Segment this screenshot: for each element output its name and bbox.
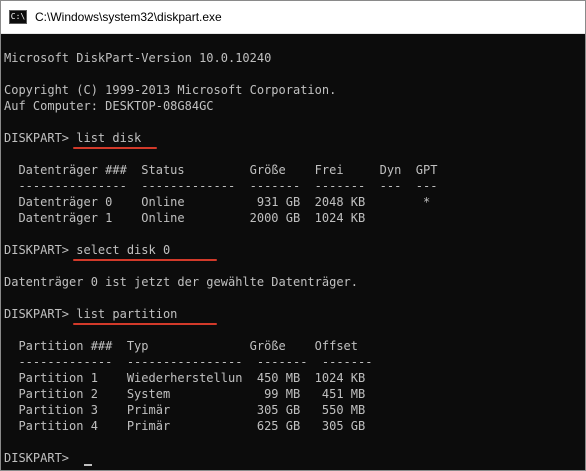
partition-table-separator: ------------- ---------------- ------- -… — [4, 355, 373, 369]
partition-table-row: Partition 3 Primär 305 GB 550 MB — [4, 403, 366, 417]
computer-line: Auf Computer: DESKTOP-08G84GC — [4, 99, 214, 113]
console-output[interactable]: Microsoft DiskPart-Version 10.0.10240 Co… — [1, 34, 585, 470]
disk-table-separator: --------------- ------------- ------- --… — [4, 179, 438, 193]
console-app-icon: C:\ — [9, 10, 27, 24]
command-prompt[interactable]: DISKPART> — [4, 450, 76, 466]
console-window: C:\ C:\Windows\system32\diskpart.exe Mic… — [0, 0, 586, 471]
partition-table-header: Partition ### Typ Größe Offset — [4, 339, 359, 353]
command-list-disk: DISKPART> list disk — [4, 131, 142, 145]
partition-table-row: Partition 2 System 99 MB 451 MB — [4, 387, 366, 401]
copyright-line: Copyright (C) 1999-2013 Microsoft Corpor… — [4, 83, 337, 97]
partition-table-row: Partition 4 Primär 625 GB 305 GB — [4, 419, 366, 433]
command-underline — [73, 147, 157, 149]
command-underline — [73, 259, 217, 261]
command-underline — [73, 323, 217, 325]
partition-table-row: Partition 1 Wiederherstellun 450 MB 1024… — [4, 371, 366, 385]
disk-table-header: Datenträger ### Status Größe Frei Dyn GP… — [4, 163, 438, 177]
disk-table-row: Datenträger 1 Online 2000 GB 1024 KB — [4, 211, 366, 225]
disk-table-row: Datenträger 0 Online 931 GB 2048 KB * — [4, 195, 431, 209]
window-title: C:\Windows\system32\diskpart.exe — [35, 10, 222, 24]
version-line: Microsoft DiskPart-Version 10.0.10240 — [4, 51, 272, 65]
command-list-partition: DISKPART> list partition — [4, 307, 178, 321]
command-select-disk: DISKPART> select disk 0 — [4, 243, 171, 257]
text-cursor — [84, 464, 92, 466]
title-bar[interactable]: C:\ C:\Windows\system32\diskpart.exe — [1, 1, 585, 34]
select-result-line: Datenträger 0 ist jetzt der gewählte Dat… — [4, 275, 359, 289]
